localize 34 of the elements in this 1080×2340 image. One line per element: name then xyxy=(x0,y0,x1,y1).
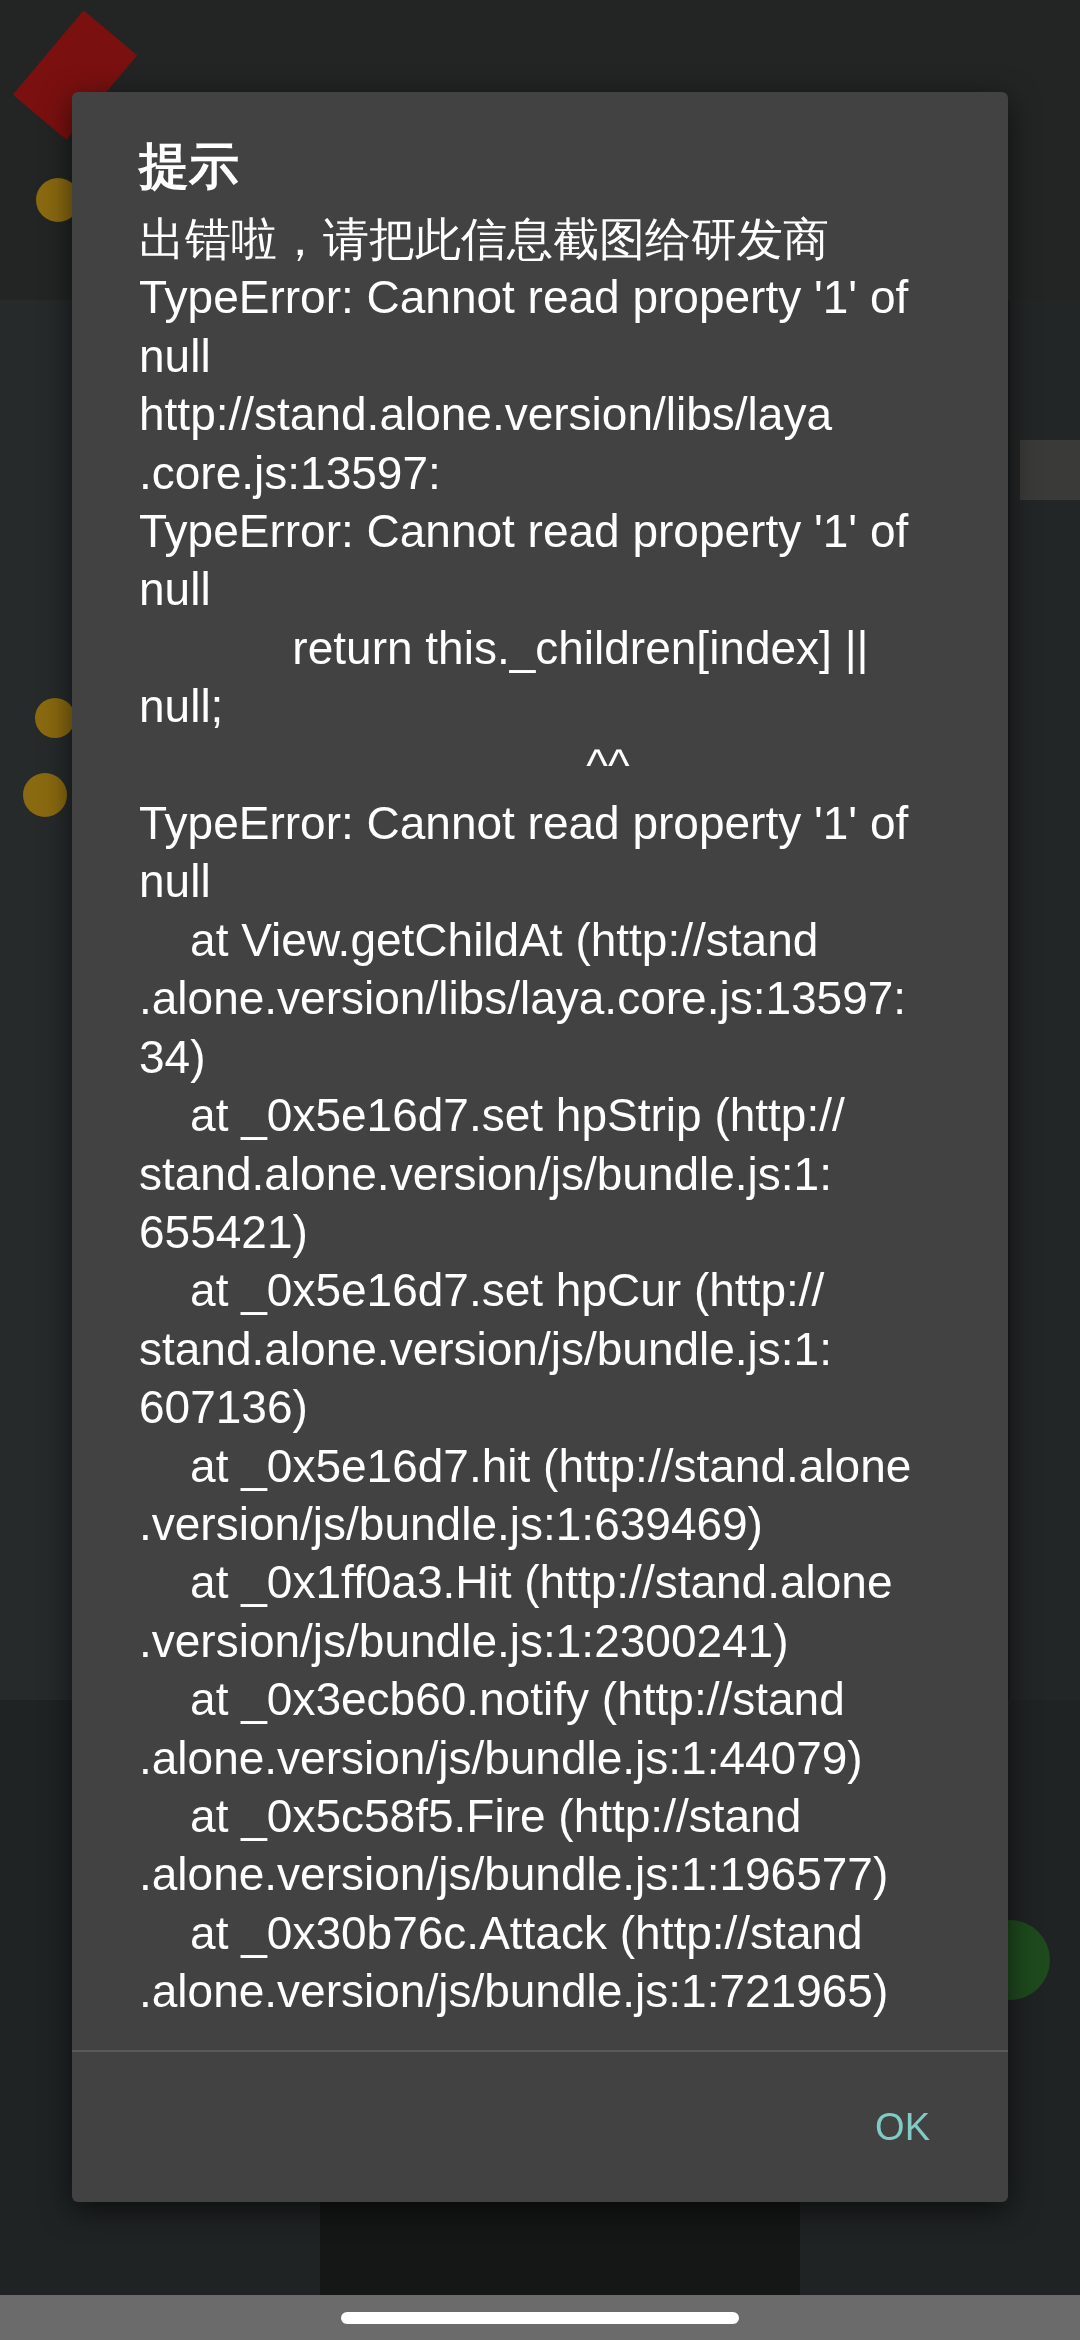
message-line: at _0x5e16d7.hit (http://stand.alone xyxy=(189,1438,912,1494)
message-line: ^^ xyxy=(585,737,630,793)
message-line: null xyxy=(139,328,211,384)
message-line: TypeError: Cannot read property '1' of xyxy=(139,796,909,852)
message-line: return this._children[index] || xyxy=(291,620,869,676)
message-line: at _0x30b76c.Attack (http://stand xyxy=(189,1905,863,1961)
message-line: at _0x3ecb60.notify (http://stand xyxy=(189,1672,845,1728)
message-line: .alone.version/libs/laya.core.js:13597: xyxy=(139,971,907,1027)
message-line: .version/js/bundle.js:1:2300241) xyxy=(139,1613,789,1669)
message-line: .alone.version/js/bundle.js:1:196577) xyxy=(139,1847,889,1903)
home-indicator[interactable] xyxy=(341,2311,739,2324)
message-line: at _0x5e16d7.set hpCur (http:// xyxy=(189,1263,825,1319)
message-line: TypeError: Cannot read property '1' of xyxy=(139,504,909,560)
message-line: at View.getChildAt (http://stand xyxy=(189,912,819,968)
message-line: 出错啦，请把此信息截图给研发商 xyxy=(139,212,829,267)
message-line: null xyxy=(139,562,211,618)
message-line: .version/js/bundle.js:1:639469) xyxy=(139,1496,763,1552)
message-line: .core.js:13597: xyxy=(139,445,441,501)
dialog-title: 提示 xyxy=(137,137,240,196)
message-line: TypeError: Cannot read property '1' of xyxy=(139,270,909,326)
message-line: null; xyxy=(139,679,224,735)
message-line: http://stand.alone.version/libs/laya xyxy=(139,387,832,443)
message-line: at _0x5e16d7.set hpStrip (http:// xyxy=(189,1088,845,1144)
message-line: null xyxy=(139,854,211,910)
message-line: at _0x1ff0a3.Hit (http://stand.alone xyxy=(189,1555,893,1611)
message-line: .alone.version/js/bundle.js:1:721965) xyxy=(139,1964,889,2020)
message-line: stand.alone.version/js/bundle.js:1: xyxy=(139,1321,832,1377)
message-line: 655421) xyxy=(139,1204,308,1260)
message-line: 607136) xyxy=(139,1380,308,1436)
message-line: 34) xyxy=(139,1029,206,1085)
ok-button[interactable]: OK xyxy=(855,2090,950,2164)
message-line: stand.alone.version/js/bundle.js:1: xyxy=(139,1146,832,1202)
message-line: at _0x5c58f5.Fire (http://stand xyxy=(189,1788,802,1844)
message-line: .alone.version/js/bundle.js:1:44079) xyxy=(139,1730,863,1786)
